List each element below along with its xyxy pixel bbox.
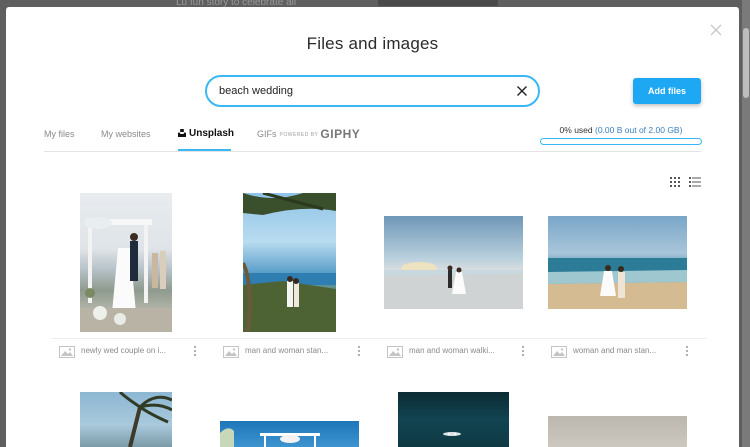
- photo-beach-palms: [243, 193, 336, 332]
- tab-label: My files: [44, 129, 75, 139]
- storage-text: 0% used (0.00 B out of 2.00 GB): [540, 125, 702, 135]
- image-thumbnail-7[interactable]: [398, 392, 509, 447]
- search-box[interactable]: [205, 75, 540, 107]
- more-options-icon[interactable]: [685, 345, 689, 357]
- image-thumbnail-5[interactable]: [80, 392, 172, 447]
- photo-aerial-ocean: [443, 432, 461, 436]
- more-options-icon[interactable]: [357, 345, 361, 357]
- image-card-2[interactable]: man and woman stan...: [215, 338, 379, 362]
- list-view-button[interactable]: [689, 174, 701, 187]
- background-image: [378, 0, 498, 6]
- tab-my-websites[interactable]: My websites: [101, 127, 151, 151]
- image-name: man and woman stan...: [245, 346, 329, 355]
- image-thumbnail-3[interactable]: [384, 216, 523, 309]
- image-thumbnail-2[interactable]: [243, 193, 336, 332]
- giphy-logo: GIPHY: [320, 127, 361, 141]
- storage-detail: (0.00 B out of 2.00 GB): [595, 125, 683, 135]
- storage-used: 0% used: [559, 125, 593, 135]
- search-input[interactable]: [219, 82, 499, 100]
- storage-progress-bar: [540, 138, 702, 145]
- powered-by-text: POWERED BY: [279, 132, 319, 138]
- clear-search-button[interactable]: [515, 84, 529, 98]
- image-icon: [59, 346, 75, 358]
- unsplash-logo-icon: [178, 129, 186, 137]
- modal-title: Files and images: [306, 34, 439, 53]
- image-name: man and woman walki...: [409, 346, 495, 355]
- photo-couple-beach: [548, 258, 687, 309]
- photo-wedding-canopy: [220, 428, 320, 447]
- add-files-button[interactable]: Add files: [633, 78, 701, 104]
- more-options-icon[interactable]: [521, 345, 525, 357]
- page-scrollbar[interactable]: [742, 0, 750, 447]
- grid-icon: [670, 177, 680, 187]
- storage-usage: 0% used (0.00 B out of 2.00 GB): [540, 125, 702, 145]
- image-icon: [223, 346, 239, 358]
- grid-view-button[interactable]: [670, 174, 680, 187]
- image-card-4[interactable]: woman and man stan...: [543, 338, 707, 362]
- image-icon: [387, 346, 403, 358]
- tab-unsplash[interactable]: Unsplash: [178, 127, 235, 151]
- tabs-divider: [44, 151, 701, 152]
- image-thumbnail-4[interactable]: [548, 216, 687, 309]
- image-name: woman and man stan...: [573, 346, 657, 355]
- tab-gifs[interactable]: GIFs POWERED BY GIPHY: [257, 127, 360, 151]
- page-scrollbar-thumb[interactable]: [743, 28, 749, 98]
- image-thumbnail-8[interactable]: [548, 416, 687, 447]
- image-thumbnail-1[interactable]: [80, 193, 172, 332]
- list-icon: [689, 177, 701, 187]
- close-icon: [517, 86, 527, 96]
- tab-label: GIFs: [257, 129, 277, 139]
- image-card-1[interactable]: newly wed couple on i...: [51, 338, 215, 362]
- image-card-3[interactable]: man and woman walki...: [379, 338, 543, 362]
- image-name: newly wed couple on i...: [81, 346, 166, 355]
- files-images-modal: Files and images Add files My files My w…: [6, 7, 739, 447]
- tab-label: Unsplash: [189, 128, 235, 139]
- photo-wedding-arch: [80, 217, 172, 332]
- image-thumbnail-6[interactable]: [220, 421, 359, 447]
- more-options-icon[interactable]: [193, 345, 197, 357]
- tab-my-files[interactable]: My files: [44, 127, 75, 151]
- tab-label: My websites: [101, 129, 151, 139]
- image-icon: [551, 346, 567, 358]
- photo-shore-walk: [384, 262, 523, 309]
- photo-palm-tree: [118, 392, 172, 447]
